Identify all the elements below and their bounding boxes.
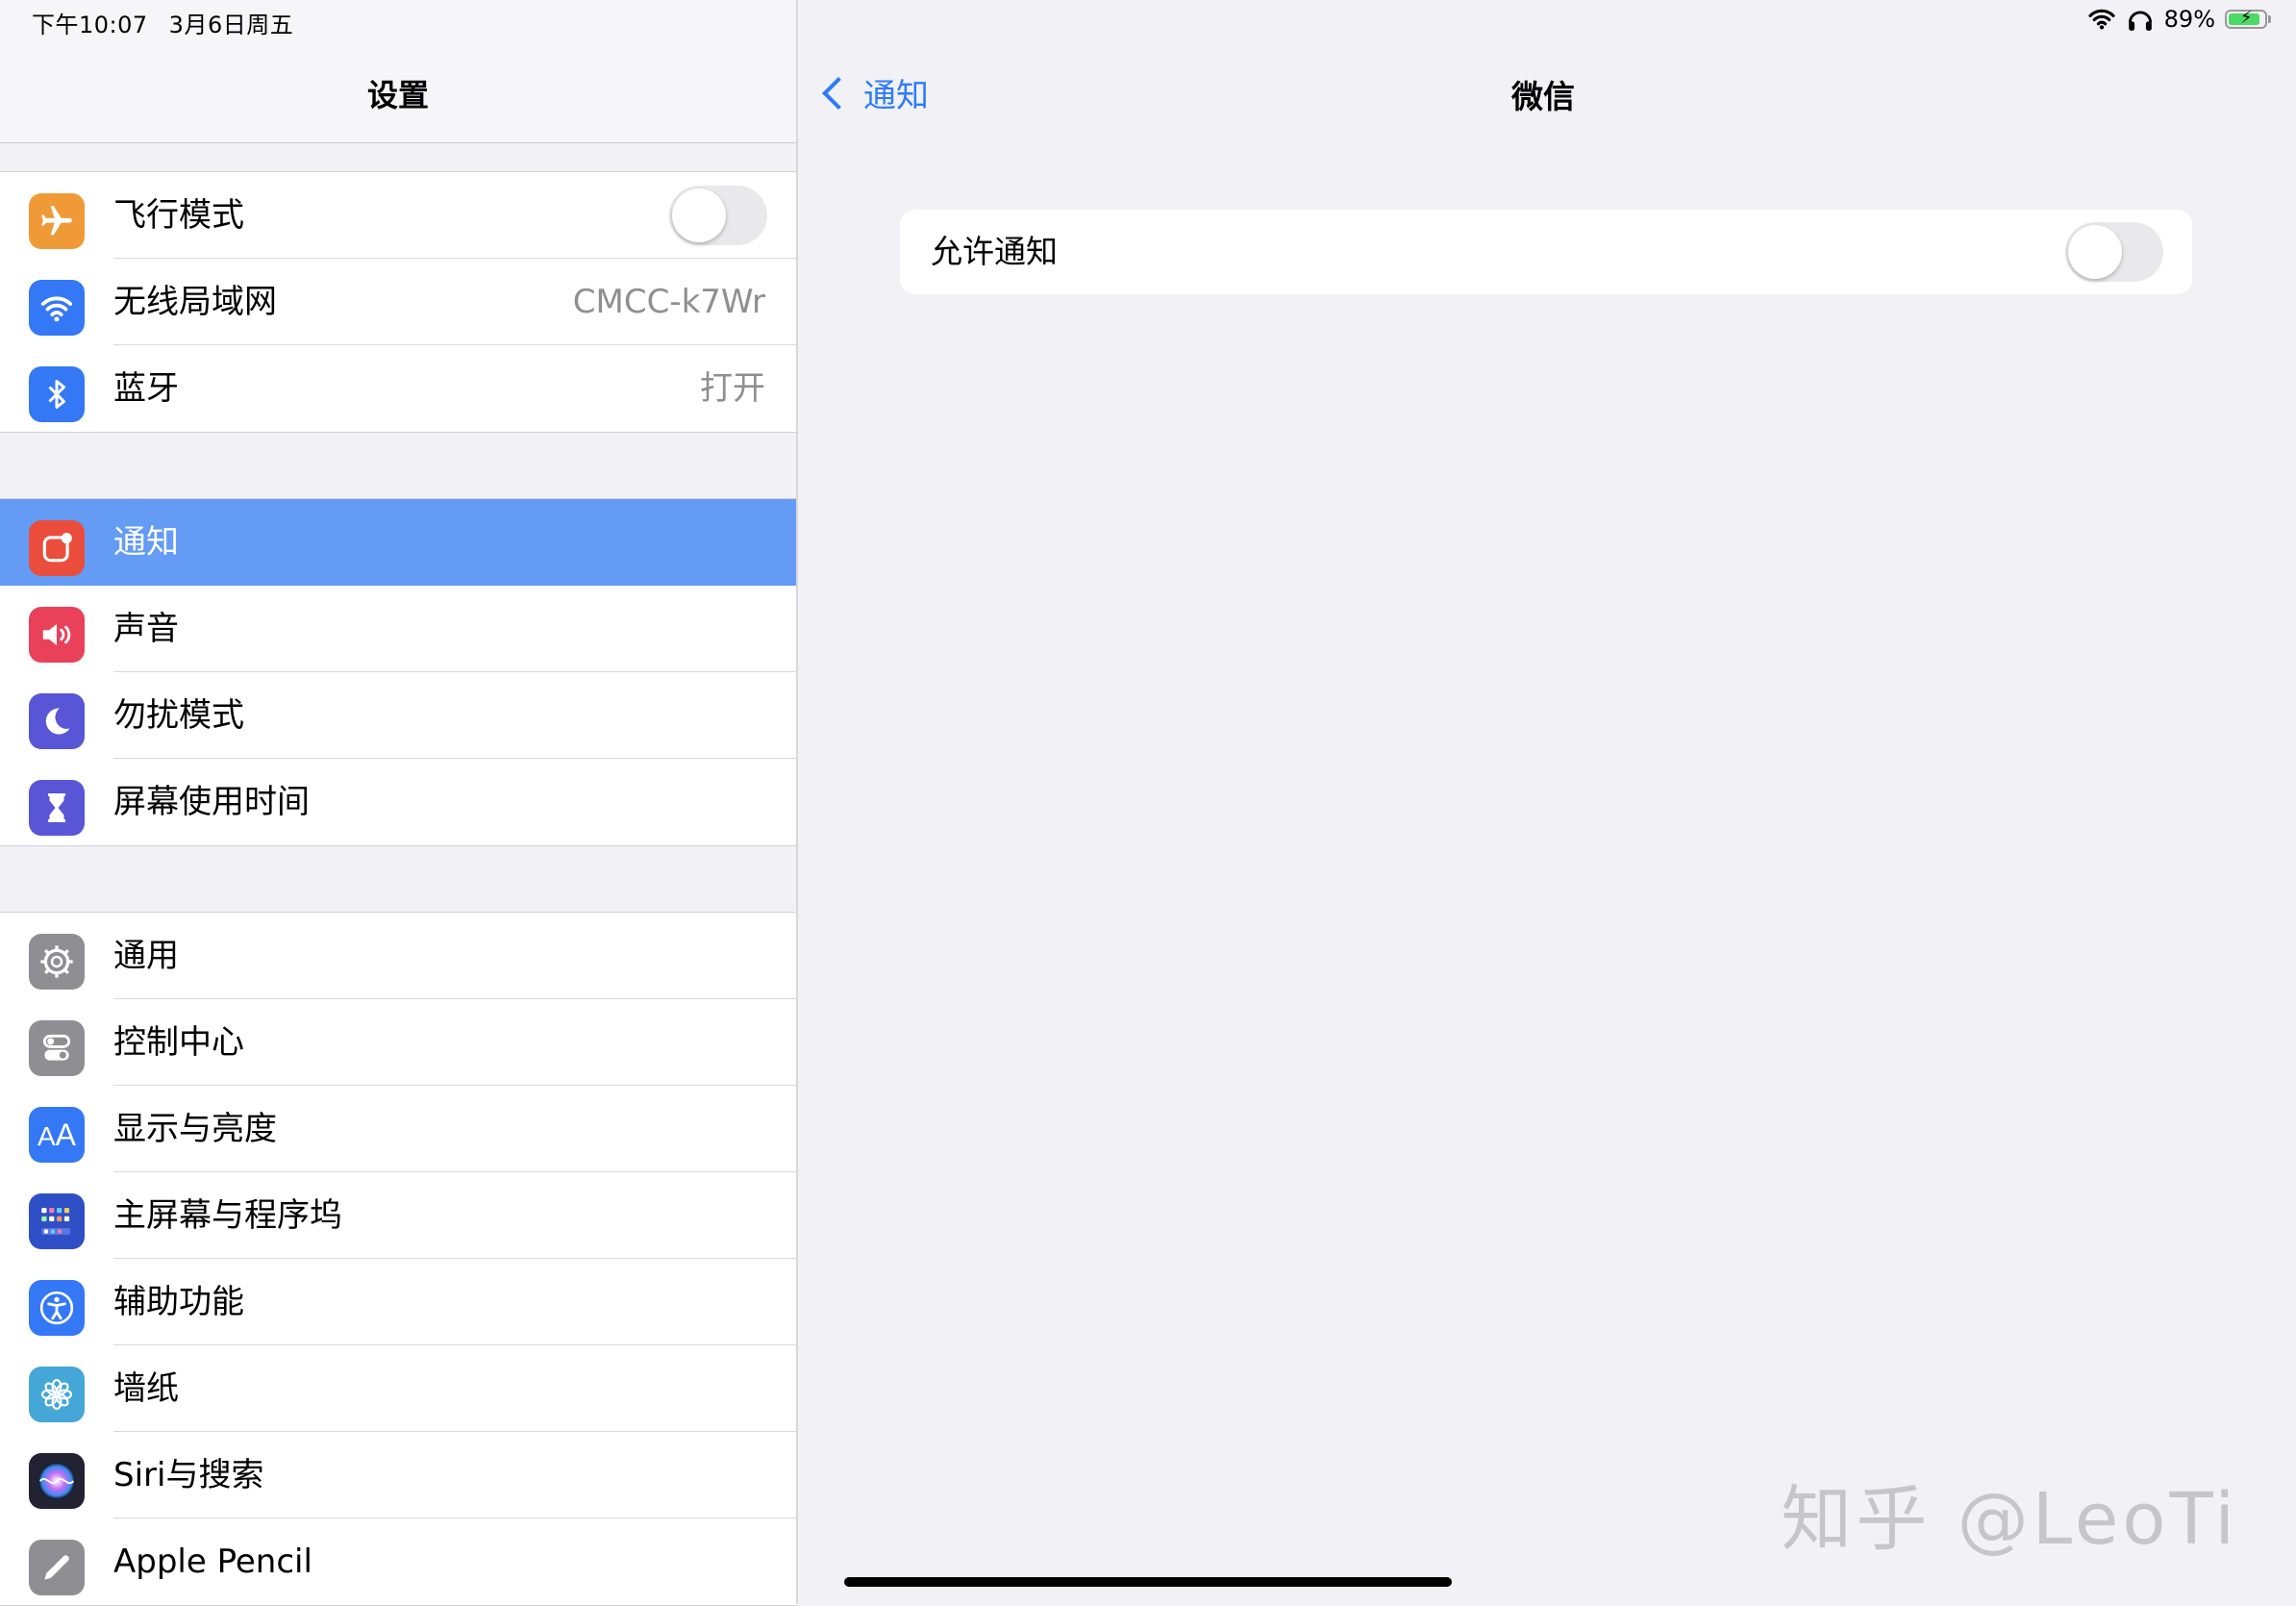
notifications-icon	[29, 520, 85, 576]
status-bar-right: 89% ⚡	[2087, 6, 2271, 33]
sidebar-item-siri-search[interactable]: Siri与搜索	[0, 1432, 796, 1518]
sidebar-item-label: Apple Pencil	[113, 1543, 312, 1581]
settings-group-connectivity: 飞行模式 无线局域网 CMCC-k7Wr 蓝牙 打开	[0, 171, 796, 433]
sidebar-item-accessibility[interactable]: 辅助功能	[0, 1259, 796, 1345]
bluetooth-status: 打开	[700, 369, 765, 408]
allow-notifications-label: 允许通知	[931, 233, 1058, 270]
allow-notifications-row: 允许通知	[900, 210, 2192, 294]
battery-percentage: 89%	[2163, 6, 2215, 33]
settings-sidebar: 设置 飞行模式 无线局域网 CMCC-k7Wr 蓝牙 打开 通知 声音 勿扰模式…	[0, 0, 798, 1606]
sidebar-item-label: 控制中心	[113, 1023, 244, 1062]
home-indicator[interactable]	[844, 1577, 1452, 1587]
sidebar-item-label: 通用	[113, 937, 179, 975]
wifi-status-icon	[2088, 9, 2115, 30]
sidebar-item-screen-time[interactable]: 屏幕使用时间	[0, 759, 796, 845]
text-size-icon: AA	[29, 1107, 85, 1163]
battery-icon: ⚡	[2225, 8, 2271, 29]
sidebar-item-bluetooth[interactable]: 蓝牙 打开	[0, 345, 796, 432]
chevron-left-icon	[822, 76, 855, 110]
settings-group-alerts: 通知 声音 勿扰模式 屏幕使用时间	[0, 498, 796, 846]
sidebar-item-label: Siri与搜索	[113, 1456, 264, 1494]
sidebar-title: 设置	[366, 77, 429, 113]
settings-group-general: 通用 控制中心 AA 显示与亮度 主屏幕与程序坞 辅助功能 墙纸 Siri与搜索…	[0, 912, 796, 1606]
sidebar-item-label: 主屏幕与程序坞	[113, 1196, 342, 1235]
bluetooth-icon	[29, 366, 85, 422]
sidebar-item-apple-pencil[interactable]: Apple Pencil	[0, 1518, 796, 1605]
sidebar-item-label: 墙纸	[113, 1369, 179, 1408]
status-bar-left: 下午10:07 3月6日周五	[32, 6, 314, 39]
home-grid-icon	[29, 1193, 85, 1249]
siri-icon	[29, 1453, 85, 1509]
sidebar-item-wifi[interactable]: 无线局域网 CMCC-k7Wr	[0, 259, 796, 345]
sidebar-item-label: 通知	[113, 523, 179, 562]
detail-title: 微信	[1511, 78, 1575, 115]
watermark: 知乎 @LeoTi	[1781, 1478, 2238, 1561]
wifi-network-name: CMCC-k7Wr	[572, 283, 765, 321]
allow-notifications-toggle[interactable]	[2065, 222, 2163, 282]
accessibility-icon	[29, 1280, 85, 1336]
sidebar-item-do-not-disturb[interactable]: 勿扰模式	[0, 672, 796, 759]
sidebar-item-home-screen-dock[interactable]: 主屏幕与程序坞	[0, 1172, 796, 1259]
wifi-icon	[29, 280, 85, 336]
toggle-knob	[672, 188, 726, 242]
sidebar-item-label: 勿扰模式	[113, 696, 244, 735]
gear-icon	[29, 934, 85, 990]
pencil-icon	[29, 1540, 85, 1595]
sidebar-item-wallpaper[interactable]: 墙纸	[0, 1345, 796, 1432]
sidebar-item-label: 辅助功能	[113, 1283, 244, 1321]
sidebar-item-notifications[interactable]: 通知	[0, 499, 796, 586]
airplane-icon	[29, 193, 85, 249]
back-button[interactable]: 通知	[819, 69, 929, 116]
sidebar-item-label: 显示与亮度	[113, 1110, 277, 1148]
hourglass-icon	[29, 780, 85, 836]
sidebar-item-airplane-mode[interactable]: 飞行模式	[0, 172, 796, 259]
sidebar-item-label: 无线局域网	[113, 283, 277, 321]
moon-icon	[29, 693, 85, 749]
status-time: 下午10:07	[32, 12, 148, 38]
airplane-mode-toggle[interactable]	[669, 186, 767, 245]
toggle-knob	[2068, 225, 2122, 279]
sidebar-item-label: 声音	[113, 610, 179, 648]
back-button-label: 通知	[863, 77, 929, 115]
sidebar-item-general[interactable]: 通用	[0, 913, 796, 999]
sidebar-item-label: 蓝牙	[113, 369, 179, 408]
switches-icon	[29, 1020, 85, 1076]
sidebar-item-label: 飞行模式	[113, 196, 244, 235]
speaker-icon	[29, 607, 85, 663]
headphones-icon	[2128, 11, 2152, 31]
sidebar-item-display-brightness[interactable]: AA 显示与亮度	[0, 1086, 796, 1172]
status-date: 3月6日周五	[168, 12, 294, 38]
sidebar-item-sounds[interactable]: 声音	[0, 586, 796, 672]
sidebar-item-control-center[interactable]: 控制中心	[0, 999, 796, 1086]
flower-icon	[29, 1367, 85, 1422]
sidebar-item-label: 屏幕使用时间	[113, 783, 310, 821]
